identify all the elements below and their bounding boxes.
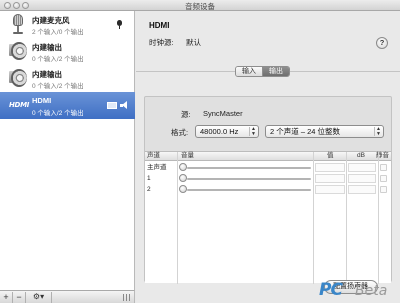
column-header-channel: 声道 <box>147 152 160 159</box>
volume-value-field[interactable] <box>315 174 345 183</box>
device-list: 内建麦克风 2 个输入/0 个输出 内建输出 0 个输入/2 个输出 内建输出 … <box>0 11 135 290</box>
device-channels: 0 个输入/2 个输出 <box>32 83 84 90</box>
microphone-icon <box>9 14 27 34</box>
device-item-builtin-microphone[interactable]: 内建麦克风 2 个输入/0 个输出 <box>0 11 135 38</box>
device-item-hdmi[interactable]: HDMI HDMI 0 个输入/2 个输出 <box>0 92 135 119</box>
mute-checkbox[interactable] <box>380 186 387 193</box>
channel-format-value: 2 个声道 – 24 位整数 <box>270 127 341 136</box>
output-settings-box: 源: SyncMaster 格式: 48000.0 Hz ▲ ▼ 2 个声道 – … <box>144 96 392 284</box>
watermark-pc: PC <box>319 280 343 300</box>
volume-value-field[interactable] <box>315 163 345 172</box>
default-input-icon <box>117 20 122 29</box>
device-channels: 2 个输入/0 个输出 <box>32 29 84 36</box>
watermark-logo: PC Beta <box>319 280 400 303</box>
table-header: 声道 音量 值 dB 静音 <box>145 152 391 161</box>
remove-device-button[interactable]: − <box>13 292 26 303</box>
chevron-updown-icon: ▲ ▼ <box>374 127 382 136</box>
device-name: 内建麦克风 <box>32 16 70 25</box>
device-item-builtin-output-2[interactable]: 内建输出 0 个输入/2 个输出 <box>0 65 135 92</box>
volume-slider[interactable] <box>187 178 311 180</box>
gear-menu-button[interactable]: ⚙▾ <box>26 292 52 303</box>
column-header-volume: 音量 <box>181 152 194 159</box>
tab-input[interactable]: 输入 <box>236 67 262 76</box>
device-channels: 0 个输入/2 个输出 <box>32 56 84 63</box>
mute-checkbox[interactable] <box>380 175 387 182</box>
watermark-beta: Beta <box>355 283 388 299</box>
table-row: 1 <box>145 173 391 184</box>
resize-handle[interactable] <box>123 294 131 301</box>
volume-slider-knob[interactable] <box>179 185 187 193</box>
format-label: 格式: <box>171 128 189 137</box>
tab-output[interactable]: 输出 <box>262 67 289 76</box>
volume-table: 声道 音量 值 dB 静音 主声道 1 2 <box>145 151 391 284</box>
mute-checkbox[interactable] <box>380 164 387 171</box>
sample-rate-popup[interactable]: 48000.0 Hz ▲ ▼ <box>195 125 259 138</box>
help-button[interactable]: ? <box>376 37 388 49</box>
device-detail-panel: HDMI 时钟源: 默认 ? 输入 输出 源: SyncMaster 格式: 4… <box>136 11 400 303</box>
title-bar: 音频设备 <box>0 0 400 11</box>
channel-name: 主声道 <box>147 164 167 171</box>
device-item-builtin-output-1[interactable]: 内建输出 0 个输入/2 个输出 <box>0 38 135 65</box>
sample-rate-value: 48000.0 Hz <box>200 127 239 136</box>
monitor-icon <box>107 102 117 109</box>
clock-source-value[interactable]: 默认 <box>186 37 201 48</box>
sidebar-toolbar: + − ⚙▾ <box>0 290 135 303</box>
column-header-db: dB <box>357 152 365 159</box>
audio-devices-window: 音频设备 内建麦克风 2 个输入/0 个输出 内建输出 0 个输入/2 个输出 … <box>0 0 400 303</box>
add-device-button[interactable]: + <box>0 292 13 303</box>
device-title: HDMI <box>149 21 170 30</box>
volume-slider[interactable] <box>187 189 311 191</box>
source-label: 源: <box>181 110 191 119</box>
channel-name: 1 <box>147 175 151 182</box>
source-value: SyncMaster <box>203 109 243 118</box>
channel-name: 2 <box>147 186 151 193</box>
column-header-value: 值 <box>327 152 334 159</box>
clock-source-label: 时钟源: <box>149 38 174 47</box>
hdmi-icon: HDMI <box>9 101 30 109</box>
speaker-icon <box>9 41 27 61</box>
volume-db-field[interactable] <box>348 185 376 194</box>
speaker-icon <box>9 68 27 88</box>
channel-format-popup[interactable]: 2 个声道 – 24 位整数 ▲ ▼ <box>265 125 384 138</box>
volume-value-field[interactable] <box>315 185 345 194</box>
default-output-icon <box>120 101 128 110</box>
volume-db-field[interactable] <box>348 163 376 172</box>
table-row: 2 <box>145 184 391 195</box>
device-name: 内建输出 <box>32 43 62 52</box>
volume-db-field[interactable] <box>348 174 376 183</box>
device-channels: 0 个输入/2 个输出 <box>32 110 84 117</box>
table-row: 主声道 <box>145 162 391 173</box>
device-name: HDMI <box>32 96 52 105</box>
device-name: 内建输出 <box>32 70 62 79</box>
volume-slider-knob[interactable] <box>179 163 187 171</box>
volume-slider[interactable] <box>187 167 311 169</box>
input-output-tabs: 输入 输出 <box>235 66 290 77</box>
chevron-updown-icon: ▲ ▼ <box>249 127 257 136</box>
volume-slider-knob[interactable] <box>179 174 187 182</box>
